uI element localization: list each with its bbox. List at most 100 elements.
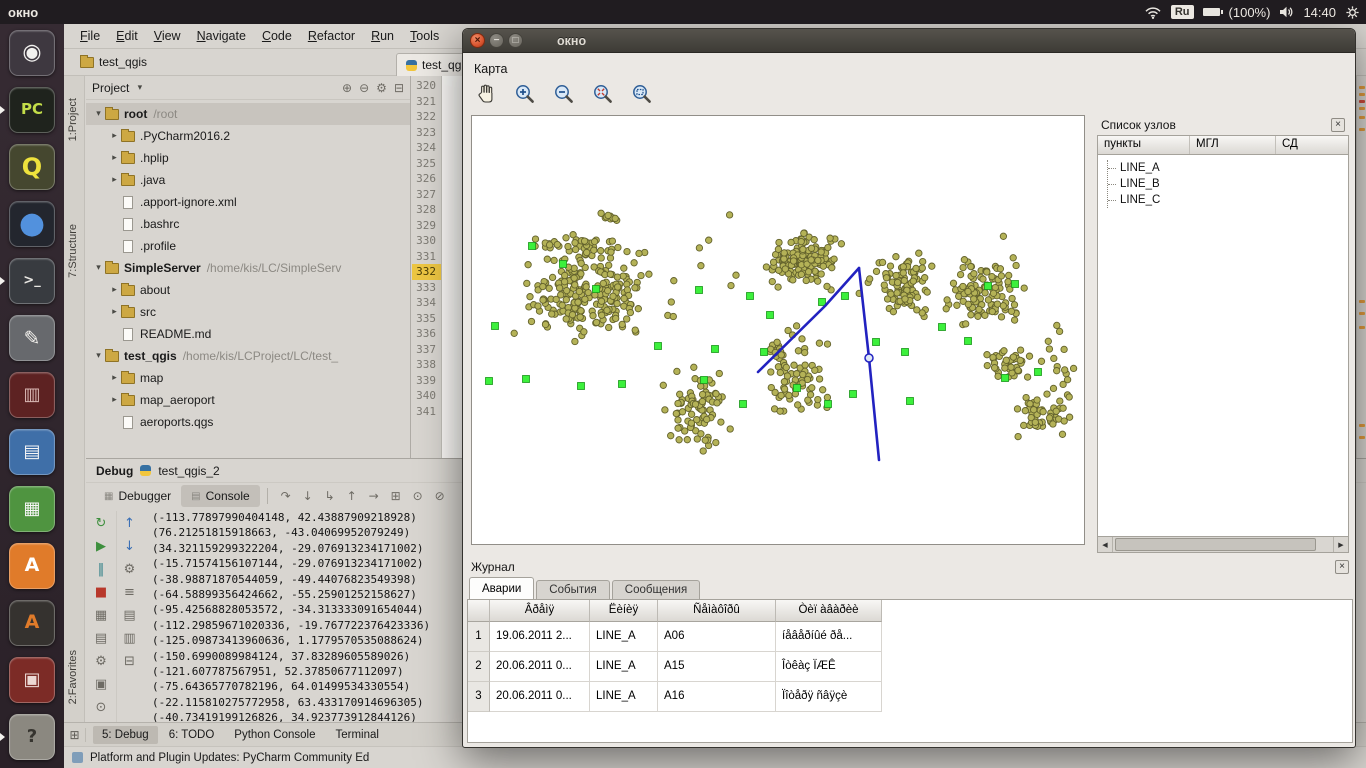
rerun-icon[interactable]: ↻: [91, 514, 111, 533]
project-tree-item[interactable]: .bashrc: [86, 213, 410, 235]
error-stripe[interactable]: [1356, 76, 1366, 458]
status-message[interactable]: Platform and Plugin Updates: PyCharm Com…: [90, 752, 369, 764]
journal-column-1[interactable]: Âðåìÿ: [490, 600, 590, 622]
journal-cell[interactable]: íåâåðíûé ðå...: [776, 622, 882, 652]
nodes-column-1[interactable]: пункты: [1098, 136, 1190, 154]
project-panel-title[interactable]: Project: [92, 81, 129, 95]
launcher-package-tool[interactable]: ▥: [0, 366, 64, 423]
launcher-dash-home[interactable]: ◉: [0, 24, 64, 81]
project-tree-item[interactable]: ▾SimpleServer/home/kis/LC/SimpleServ: [86, 257, 410, 279]
launcher-archive-box[interactable]: ▣: [0, 651, 64, 708]
tree-collapsed-icon[interactable]: ▸: [108, 373, 121, 383]
breadcrumb[interactable]: test_qgis: [80, 55, 147, 69]
launcher-lo-writer[interactable]: ▤: [0, 423, 64, 480]
down-icon[interactable]: ↓: [120, 537, 140, 556]
error-stripe-mark[interactable]: [1359, 424, 1365, 427]
journal-tab-события[interactable]: События: [536, 580, 609, 599]
zoom-selection-tool-button[interactable]: [627, 79, 657, 109]
journal-tab-сообщения[interactable]: Сообщения: [612, 580, 700, 599]
up-icon[interactable]: ↑: [120, 514, 140, 533]
step-into-icon[interactable]: ↓: [297, 486, 319, 506]
gear-icon[interactable]: ⚙: [376, 81, 387, 95]
tree-collapsed-icon[interactable]: ▸: [108, 131, 121, 141]
menu-tools[interactable]: Tools: [402, 26, 447, 46]
dock-close-icon[interactable]: ×: [1335, 560, 1349, 574]
print-icon[interactable]: ▥: [120, 629, 140, 648]
project-tree-item[interactable]: README.md: [86, 323, 410, 345]
project-tree-item[interactable]: ▸.PyCharm2016.2: [86, 125, 410, 147]
settings-icon[interactable]: ⚙: [91, 652, 111, 671]
journal-cell[interactable]: LINE_A: [590, 652, 658, 682]
journal-cell[interactable]: 20.06.2011 0...: [490, 652, 590, 682]
error-stripe-mark[interactable]: [1359, 128, 1365, 131]
camera-icon[interactable]: ▣: [91, 675, 111, 694]
menu-view[interactable]: View: [146, 26, 189, 46]
layers-icon[interactable]: ▤: [91, 629, 111, 648]
tree-expanded-icon[interactable]: ▾: [92, 109, 105, 119]
minimize-button[interactable]: −: [489, 33, 504, 48]
toolwindow-tab-terminal[interactable]: Terminal: [326, 726, 387, 744]
toolwindow-switcher-icon[interactable]: ⊞: [64, 728, 86, 742]
journal-cell[interactable]: A06: [658, 622, 776, 652]
project-tree-item[interactable]: ▸map_aeroport: [86, 389, 410, 411]
journal-cell[interactable]: LINE_A: [590, 622, 658, 652]
menu-edit[interactable]: Edit: [108, 26, 146, 46]
project-tree-item[interactable]: ▸.java: [86, 169, 410, 191]
map-canvas[interactable]: [471, 115, 1085, 545]
error-stripe-mark[interactable]: [1359, 107, 1365, 110]
volume-icon[interactable]: [1279, 5, 1294, 19]
step-mute-icon[interactable]: ⊘: [429, 486, 451, 506]
chevron-down-icon[interactable]: ▾: [133, 83, 146, 93]
menu-refactor[interactable]: Refactor: [300, 26, 363, 46]
debug-window-title[interactable]: Debug: [96, 464, 133, 478]
project-tree-item[interactable]: ▸about: [86, 279, 410, 301]
dock-close-icon[interactable]: ×: [1331, 118, 1345, 132]
stripe-tab-favorites[interactable]: 2:Favorites: [67, 650, 79, 704]
keyboard-layout-indicator[interactable]: Ru: [1171, 5, 1194, 19]
project-tree-item[interactable]: ▾test_qgis/home/kis/LCProject/LC/test_: [86, 345, 410, 367]
launcher-unknown-window[interactable]: ?: [0, 708, 64, 765]
journal-tab-аварии[interactable]: Аварии: [469, 577, 534, 599]
launcher-qgis[interactable]: Q: [0, 138, 64, 195]
journal-cell[interactable]: LINE_A: [590, 682, 658, 712]
journal-cell[interactable]: A16: [658, 682, 776, 712]
zoom-in-tool-button[interactable]: [510, 79, 540, 109]
project-tree-item[interactable]: .apport-ignore.xml: [86, 191, 410, 213]
resume-icon[interactable]: ▶: [91, 537, 111, 556]
pause-icon[interactable]: ‖: [91, 560, 111, 579]
error-stripe-mark[interactable]: [1359, 312, 1365, 315]
session-gear-icon[interactable]: [1345, 5, 1360, 20]
toolwindow-tab-pythonconsole[interactable]: Python Console: [225, 726, 324, 744]
error-stripe-mark[interactable]: [1359, 116, 1365, 119]
error-stripe-mark[interactable]: [1359, 436, 1365, 439]
hide-panel-icon[interactable]: ⊟: [394, 81, 404, 95]
project-tree-item[interactable]: .profile: [86, 235, 410, 257]
step-over-icon[interactable]: ↷: [275, 486, 297, 506]
tree-collapsed-icon[interactable]: ▸: [108, 307, 121, 317]
journal-cell[interactable]: 20.06.2011 0...: [490, 682, 590, 712]
scroll-right-icon[interactable]: ▶: [1333, 537, 1348, 552]
project-tree-item[interactable]: ▸src: [86, 301, 410, 323]
tree-collapsed-icon[interactable]: ▸: [108, 175, 121, 185]
error-stripe-mark[interactable]: [1359, 86, 1365, 89]
project-tree-item[interactable]: ▸.hplip: [86, 147, 410, 169]
journal-cell[interactable]: A15: [658, 652, 776, 682]
scrollbar-thumb[interactable]: [1115, 538, 1316, 551]
grid-icon[interactable]: ▦: [91, 606, 111, 625]
toolwindow-tab-todo[interactable]: 6: TODO: [160, 726, 224, 744]
clock[interactable]: 14:40: [1303, 5, 1336, 20]
node-item-line_b[interactable]: LINE_B: [1108, 176, 1348, 192]
tree-collapsed-icon[interactable]: ▸: [108, 395, 121, 405]
journal-cell[interactable]: Ïîòåðÿ ñâÿçè: [776, 682, 882, 712]
settings-icon[interactable]: ⚙: [120, 560, 140, 579]
scroll-left-icon[interactable]: ◀: [1098, 537, 1113, 552]
journal-cell[interactable]: 19.06.2011 2...: [490, 622, 590, 652]
zoom-full-tool-button[interactable]: [588, 79, 618, 109]
launcher-software-center[interactable]: A: [0, 537, 64, 594]
menu-icon[interactable]: ≡: [120, 583, 140, 602]
menu-file[interactable]: File: [72, 26, 108, 46]
wifi-icon[interactable]: [1144, 6, 1162, 19]
list-icon[interactable]: ▤: [120, 606, 140, 625]
error-stripe-mark[interactable]: [1359, 300, 1365, 303]
battery-icon[interactable]: [1203, 8, 1220, 16]
